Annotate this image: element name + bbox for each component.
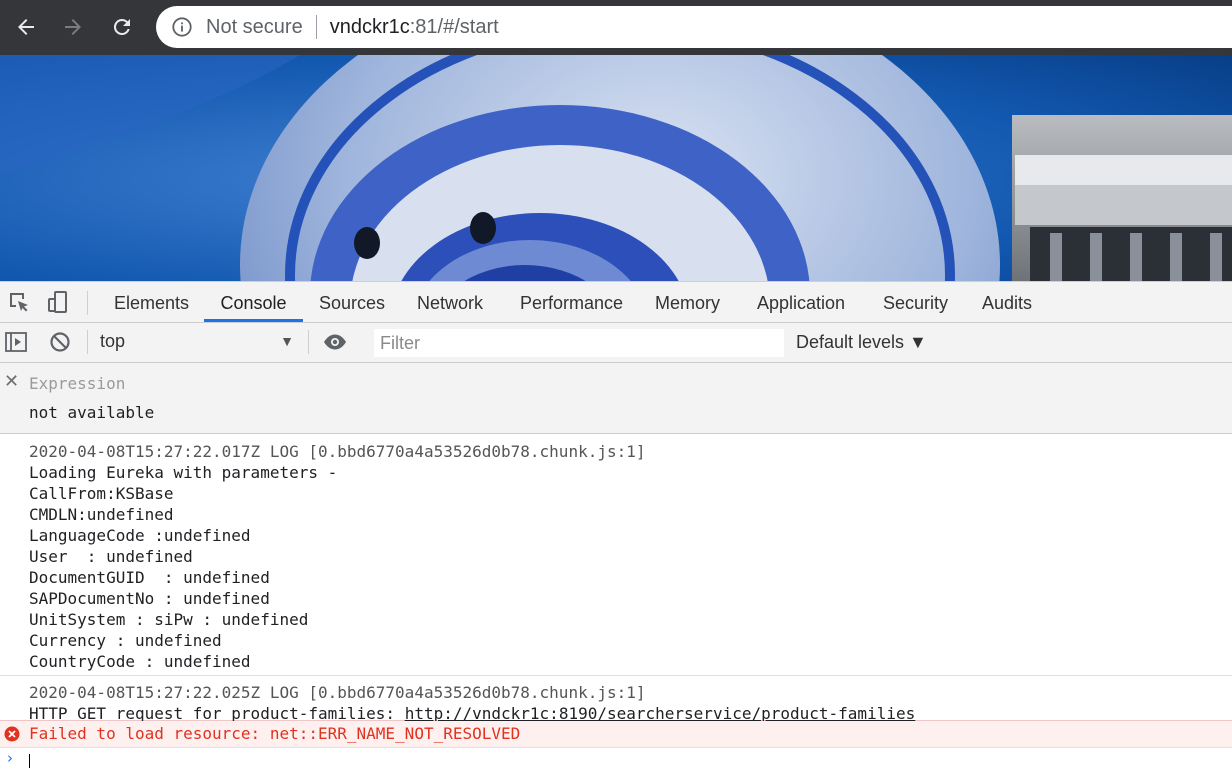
console-output: ✕ Expression not available 2020-04-08T15… [0,363,1232,772]
console-prompt[interactable]: › [0,749,1232,772]
dropdown-arrow-icon: ▼ [280,333,294,349]
url-text[interactable]: vndckr1c:81/#/start [330,16,499,39]
message-line: Currency : undefined [29,631,222,650]
tab-security[interactable]: Security [883,282,948,322]
banner-illustration [0,55,1232,281]
message-line: CallFrom:KSBase [29,484,174,503]
tab-console[interactable]: Console [204,282,303,322]
browser-toolbar: Not secure vndckr1c:81/#/start [0,0,1232,55]
message-line: Loading Eureka with parameters - [29,463,338,482]
toolbar-divider [87,291,88,315]
show-sidebar-icon[interactable] [4,330,28,354]
device-toolbar-icon[interactable] [46,290,70,314]
inspect-element-icon[interactable] [7,290,31,314]
console-message: 2020-04-08T15:27:22.025Z LOG [0.bbd6770a… [0,677,1232,723]
address-bar[interactable]: Not secure vndckr1c:81/#/start [156,6,1232,48]
reload-button[interactable] [105,10,139,44]
live-expression: ✕ Expression not available [0,363,1232,434]
console-message: 2020-04-08T15:27:22.017Z LOG [0.bbd6770a… [0,434,1232,676]
tab-elements[interactable]: Elements [114,282,189,322]
message-line: CMDLN:undefined [29,505,174,524]
eye-icon[interactable] [323,330,347,354]
page-banner-image [0,55,1232,281]
reload-icon [113,18,130,35]
context-selector[interactable]: top ▼ [100,331,296,355]
message-line: DocumentGUID : undefined [29,568,270,587]
arrow-left-icon [18,19,34,35]
console-toolbar: top ▼ Default levels ▼ [0,323,1232,363]
tab-performance[interactable]: Performance [520,282,623,322]
security-label[interactable]: Not secure [206,16,303,39]
error-message: Failed to load resource: net::ERR_NAME_N… [29,724,521,743]
message-line: User : undefined [29,547,193,566]
url-host: vndckr1c [329,15,410,38]
toolbar-divider [87,330,88,354]
toolbar-divider [308,330,309,354]
devtools-panel: Elements Console Sources Network Perform… [0,281,1232,772]
tab-sources[interactable]: Sources [319,282,385,322]
prompt-chevron-icon: › [7,749,13,767]
filter-input[interactable] [374,329,784,357]
clear-console-icon[interactable] [48,330,72,354]
context-value: top [100,331,126,351]
address-separator [315,15,317,39]
error-icon [4,726,20,742]
text-cursor [29,754,30,768]
live-expression-input[interactable]: Expression [29,374,125,393]
arrow-right-icon [65,19,81,35]
message-line: LanguageCode :undefined [29,526,251,545]
console-error: Failed to load resource: net::ERR_NAME_N… [0,721,1232,748]
tab-application[interactable]: Application [757,282,845,322]
forward-button[interactable] [56,10,90,44]
message-line: SAPDocumentNo : undefined [29,589,270,608]
message-line: UnitSystem : siPw : undefined [29,610,309,629]
live-expression-value: not available [29,403,155,422]
tab-audits[interactable]: Audits [982,282,1032,322]
message-line: CountryCode : undefined [29,652,251,671]
log-levels-dropdown[interactable]: Default levels ▼ [796,332,927,353]
back-button[interactable] [9,10,43,44]
info-icon[interactable] [171,16,193,38]
devtools-tabbar: Elements Console Sources Network Perform… [0,282,1232,323]
tab-memory[interactable]: Memory [655,282,720,322]
message-meta[interactable]: 2020-04-08T15:27:22.017Z LOG [0.bbd6770a… [29,442,646,461]
close-icon[interactable]: ✕ [4,371,19,392]
tab-network[interactable]: Network [417,282,483,322]
message-meta[interactable]: 2020-04-08T15:27:22.025Z LOG [0.bbd6770a… [29,683,646,702]
url-path: :81/#/start [409,15,499,38]
